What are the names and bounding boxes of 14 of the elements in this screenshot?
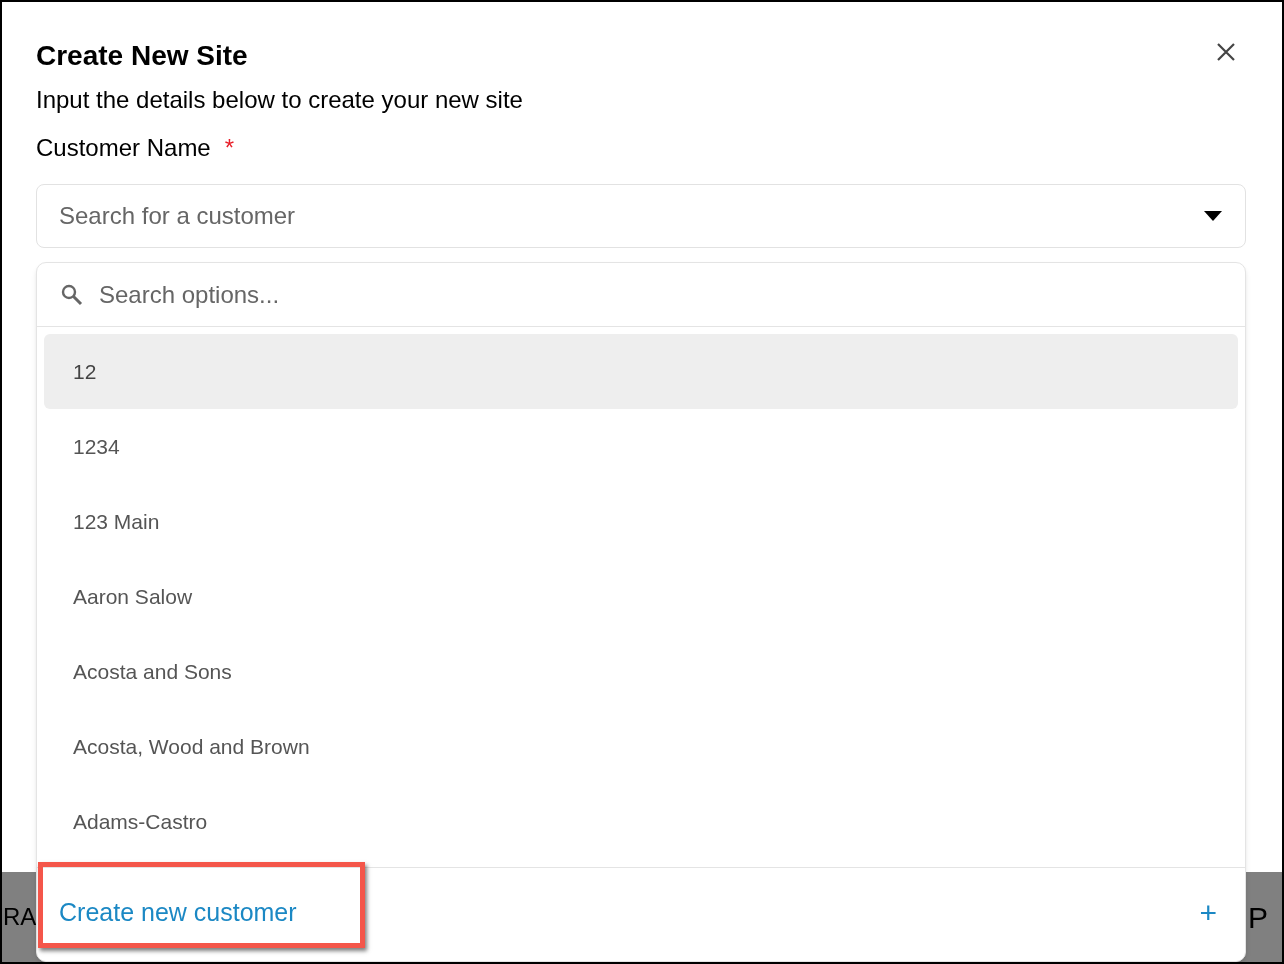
background-text: RA [3, 902, 37, 932]
dialog-title: Create New Site [36, 39, 248, 73]
option-item[interactable]: 12 [44, 334, 1238, 409]
background-text: P [1248, 899, 1268, 936]
dialog-subtitle: Input the details below to create your new site [36, 85, 524, 115]
customer-select[interactable]: Search for a customer [36, 184, 1246, 248]
field-label: Customer Name [36, 133, 211, 163]
close-icon [1216, 42, 1236, 62]
plus-icon[interactable]: + [1199, 890, 1217, 935]
search-field[interactable]: Search options... [99, 276, 1245, 313]
required-mark: * [224, 133, 235, 163]
create-customer-link[interactable]: Create new customer [59, 893, 297, 932]
caret-icon [1204, 211, 1222, 221]
search-icon [61, 283, 83, 306]
